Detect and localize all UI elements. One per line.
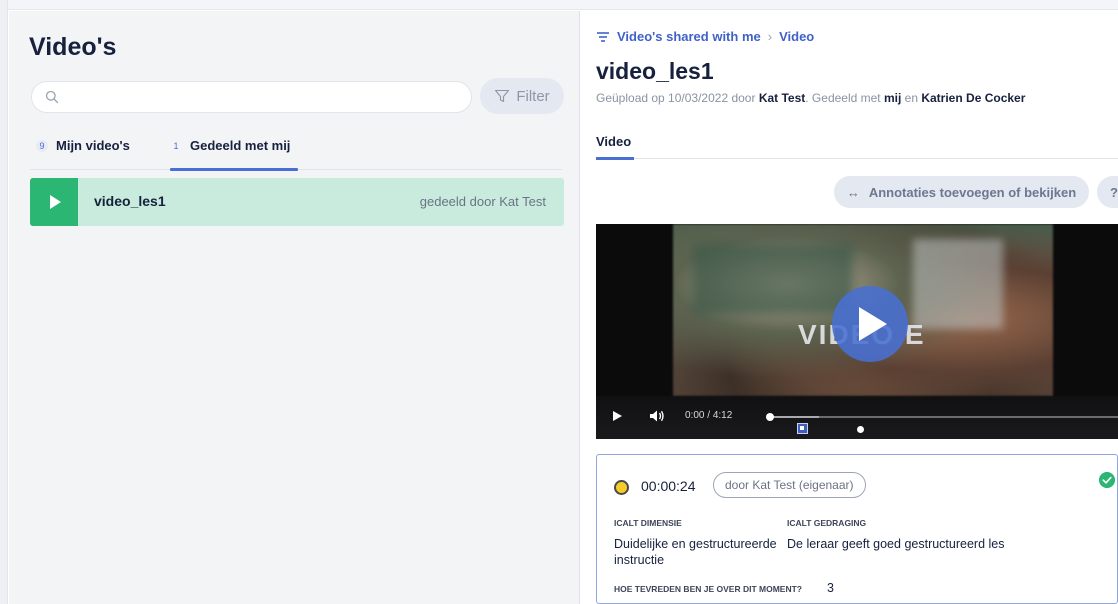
search-icon xyxy=(45,90,59,104)
icalt-behaviour-value: De leraar geeft goed gestructureerd les xyxy=(787,537,1005,551)
tab-count-badge: 1 xyxy=(173,141,179,151)
breadcrumb: Video's shared with me › Video xyxy=(596,29,814,44)
app-left-rail xyxy=(0,0,8,604)
time-separator: / xyxy=(704,410,713,421)
search-box[interactable] xyxy=(31,81,472,113)
duration: 4:12 xyxy=(712,410,733,421)
page-title: Video's xyxy=(29,33,117,61)
upload-mid: . Gedeeld met xyxy=(805,91,884,105)
annotation-timecode[interactable]: 00:00:24 xyxy=(641,478,696,494)
play-icon xyxy=(859,307,887,341)
current-time: 0:00 xyxy=(685,410,705,421)
breadcrumb-current[interactable]: Video xyxy=(779,29,814,44)
breadcrumb-parent-link[interactable]: Video's shared with me xyxy=(617,29,761,44)
top-bar xyxy=(8,0,1118,10)
shared-by-text: gedeeld door Kat Test xyxy=(419,194,546,209)
detail-tabs: Video xyxy=(596,129,1118,160)
seek-bar-buffer xyxy=(769,416,819,418)
tab-video[interactable]: Video xyxy=(596,134,631,149)
upload-prefix: Geüpload op 10/03/2022 door xyxy=(596,91,759,105)
video-player[interactable]: VIDEO E 0:00 / 4:12 xyxy=(596,224,1118,439)
owner-badge: door Kat Test (eigenaar) xyxy=(713,472,866,498)
icalt-dimension-value: Duidelijke en gestructureerde instructie xyxy=(614,537,777,567)
satisfaction-question-label: HOE TEVREDEN BEN JE OVER DIT MOMENT? xyxy=(614,584,802,594)
shared-with-2: Katrien De Cocker xyxy=(921,91,1026,105)
video-detail-panel: Video's shared with me › Video video_les… xyxy=(581,11,1118,604)
upload-info: Geüpload op 10/03/2022 door Kat Test. Ge… xyxy=(596,91,1025,105)
tab-label: Gedeeld met mij xyxy=(190,138,291,153)
help-button[interactable]: ? xyxy=(1097,176,1118,208)
annotations-button-label: Annotaties toevoegen of bekijken xyxy=(868,184,1077,200)
video-tabs: 9 Mijn video's 1 Gedeeld met mij xyxy=(30,135,562,171)
active-tab-indicator xyxy=(170,168,298,171)
icalt-dimension-label: ICALT DIMENSIE xyxy=(614,518,682,528)
tab-label: Mijn video's xyxy=(56,138,130,153)
filter-label: Filter xyxy=(516,87,550,105)
tab-count-badge: 9 xyxy=(36,140,48,152)
status-dot-icon xyxy=(614,480,629,495)
search-input[interactable] xyxy=(68,88,458,108)
uploader-name: Kat Test xyxy=(758,91,806,105)
player-controls: 0:00 / 4:12 xyxy=(596,396,1118,439)
shared-with-1: mij xyxy=(883,91,902,105)
list-filter-icon xyxy=(597,31,609,42)
video-list-item[interactable]: video_les1 gedeeld door Kat Test xyxy=(30,178,564,226)
filter-icon xyxy=(495,89,510,103)
volume-icon[interactable] xyxy=(648,407,666,425)
tab-mijn-videos[interactable]: 9 Mijn video's xyxy=(36,135,146,170)
tab-gedeeld-met-mij[interactable]: 1 Gedeeld met mij xyxy=(170,135,298,170)
play-button[interactable] xyxy=(613,411,622,421)
video-list-panel: Video's Filter 9 Mijn video's 1 Gedeeld … xyxy=(9,11,580,604)
big-play-button[interactable] xyxy=(832,286,908,362)
icalt-behaviour-label: ICALT GEDRAGING xyxy=(787,518,867,528)
chevron-right-icon: › xyxy=(767,29,773,44)
arrows-horizontal-icon: ↔ xyxy=(846,184,860,200)
play-icon[interactable] xyxy=(30,178,78,226)
upload-conj: en xyxy=(901,91,922,105)
seek-bar[interactable] xyxy=(766,413,1118,421)
time-display: 0:00 / 4:12 xyxy=(685,410,732,421)
video-title: video_les1 xyxy=(596,58,714,84)
seek-handle[interactable] xyxy=(766,413,774,421)
filter-button[interactable]: Filter xyxy=(480,78,564,114)
video-name: video_les1 xyxy=(94,193,166,209)
checkmark-icon xyxy=(1099,472,1115,488)
annotation-marker[interactable] xyxy=(797,423,808,434)
annotations-button[interactable]: ↔ Annotaties toevoegen of bekijken xyxy=(834,176,1089,208)
active-tab-indicator xyxy=(596,157,634,160)
satisfaction-value: 3 xyxy=(827,581,834,595)
annotation-card[interactable]: 00:00:24 door Kat Test (eigenaar) ICALT … xyxy=(596,454,1118,604)
annotation-marker[interactable] xyxy=(857,426,864,433)
